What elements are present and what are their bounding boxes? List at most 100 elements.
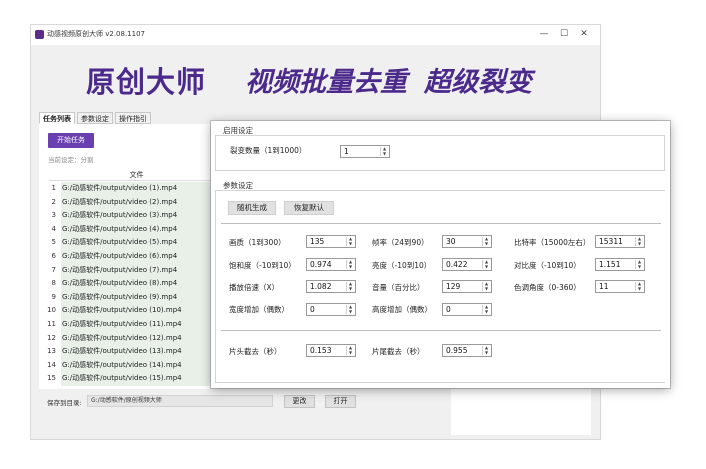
height-add-value: 0 (446, 305, 451, 314)
file-column-header[interactable]: 文件 (49, 170, 224, 181)
row-number: 15 (47, 374, 56, 383)
file-row[interactable]: 2 G:/动感软件/output/video (2).mp4 (39, 195, 224, 210)
quality-value: 135 (310, 237, 325, 246)
random-generate-button[interactable]: 随机生成 (228, 201, 276, 215)
file-path-cell[interactable]: G:/动感软件/output/video (15).mp4 (61, 372, 224, 386)
file-row[interactable]: 10 G:/动感软件/output/video (10).mp4 (39, 304, 224, 318)
file-row[interactable]: 7 G:/动感软件/output/video (7).mp4 (39, 263, 224, 278)
task-panel: 开始任务 当前设定：分割 文件 1 G:/动感软件/output/video (1… (39, 124, 224, 389)
spin-arrows-icon[interactable]: ▲ ▼ (635, 236, 643, 246)
spin-arrows-icon[interactable]: ▲ ▼ (482, 259, 490, 269)
file-path-cell[interactable]: G:/动感软件/output/video (5).mp4 (61, 236, 224, 250)
row-number: 2 (51, 197, 56, 206)
width-add-value: 0 (310, 305, 315, 314)
row-number: 6 (51, 251, 56, 260)
height-add-spinbox[interactable]: 0 ▲ ▼ (442, 303, 492, 316)
file-path-cell[interactable]: G:/动感软件/output/video (13).mp4 (61, 345, 224, 359)
file-path-cell[interactable]: G:/动感软件/output/video (9).mp4 (61, 290, 224, 305)
saturation-label: 饱和度（-10到10） (229, 261, 296, 270)
start-task-button[interactable]: 开始任务 (48, 133, 94, 148)
brightness-spinbox[interactable]: 0.422 ▲ ▼ (442, 258, 492, 271)
file-path-cell[interactable]: G:/动感软件/output/video (11).mp4 (61, 317, 224, 332)
tab-guide[interactable]: 操作指引 (115, 112, 151, 124)
row-number: 10 (47, 306, 56, 315)
divider-bottom (221, 330, 661, 331)
file-path-cell[interactable]: G:/动感软件/output/video (6).mp4 (61, 249, 224, 264)
hue-spinbox[interactable]: 11 ▲ ▼ (595, 280, 645, 293)
minimize-button[interactable]: — (535, 26, 553, 42)
change-dir-button[interactable]: 更改 (284, 395, 315, 408)
width-add-spinbox[interactable]: 0 ▲ ▼ (306, 303, 356, 316)
spin-arrows-icon[interactable]: ▲ ▼ (482, 236, 490, 246)
spin-arrows-icon[interactable]: ▲ ▼ (635, 259, 643, 269)
quality-spinbox[interactable]: 135 ▲ ▼ (306, 235, 356, 248)
spin-arrows-icon[interactable]: ▲ ▼ (346, 236, 354, 246)
width-add-label: 宽度增加（偶数） (229, 305, 289, 314)
bitrate-spinbox[interactable]: 15311 ▲ ▼ (595, 235, 645, 248)
file-row[interactable]: 6 G:/动感软件/output/video (6).mp4 (39, 249, 224, 264)
file-row[interactable]: 14 G:/动感软件/output/video (14).mp4 (39, 358, 224, 373)
fps-spinbox[interactable]: 30 ▲ ▼ (442, 235, 492, 248)
split-count-label: 裂变数量（1到1000） (230, 146, 307, 155)
fps-value: 30 (446, 237, 456, 246)
speed-value: 1.082 (310, 282, 332, 291)
volume-spinbox[interactable]: 129 ▲ ▼ (442, 280, 492, 293)
volume-value: 129 (446, 282, 461, 291)
row-number: 8 (51, 279, 56, 288)
file-row[interactable]: 12 G:/动感软件/output/video (12).mp4 (39, 331, 224, 346)
file-row[interactable]: 11 G:/动感软件/output/video (11).mp4 (39, 317, 224, 332)
spin-arrows-icon[interactable]: ▲ ▼ (346, 281, 354, 291)
tab-task-list[interactable]: 任务列表 (39, 112, 75, 124)
head-cut-spinbox[interactable]: 0.153 ▲ ▼ (306, 344, 356, 357)
quality-label: 画质（1到300） (229, 238, 286, 247)
tail-cut-spinbox[interactable]: 0.955 ▲ ▼ (442, 344, 492, 357)
brightness-value: 0.422 (446, 260, 468, 269)
spin-arrows-icon[interactable]: ▲ ▼ (346, 304, 354, 314)
file-path-cell[interactable]: G:/动感软件/output/video (10).mp4 (61, 304, 224, 318)
file-row[interactable]: 8 G:/动感软件/output/video (8).mp4 (39, 277, 224, 291)
file-path-cell[interactable]: G:/动感软件/output/video (7).mp4 (61, 263, 224, 278)
maximize-button[interactable]: ☐ (555, 26, 573, 42)
file-row[interactable]: 9 G:/动感软件/output/video (9).mp4 (39, 290, 224, 305)
hue-label: 色调角度（0-360） (514, 283, 581, 292)
file-path-cell[interactable]: G:/动感软件/output/video (3).mp4 (61, 209, 224, 223)
open-dir-button[interactable]: 打开 (325, 395, 356, 408)
hue-value: 11 (599, 282, 609, 291)
file-path-cell[interactable]: G:/动感软件/output/video (4).mp4 (61, 222, 224, 237)
save-dir-input[interactable]: G:/动感软件/原创视频大师 (87, 395, 273, 407)
speed-spinbox[interactable]: 1.082 ▲ ▼ (306, 280, 356, 293)
file-row[interactable]: 3 G:/动感软件/output/video (3).mp4 (39, 209, 224, 223)
spin-arrows-icon[interactable]: ▲ ▼ (380, 146, 388, 156)
row-number: 4 (51, 224, 56, 233)
app-logo-icon (35, 30, 44, 39)
enable-section-group: 裂变数量（1到1000） 1 ▲ ▼ (215, 135, 665, 171)
tail-cut-value: 0.955 (446, 346, 468, 355)
tab-parameters[interactable]: 参数设定 (77, 112, 113, 124)
spin-arrows-icon[interactable]: ▲ ▼ (482, 304, 490, 314)
split-count-spinbox[interactable]: 1 ▲ ▼ (340, 145, 390, 158)
contrast-value: 1.151 (599, 260, 621, 269)
row-number: 9 (51, 292, 56, 301)
file-path-cell[interactable]: G:/动感软件/output/video (8).mp4 (61, 277, 224, 291)
file-path-cell[interactable]: G:/动感软件/output/video (14).mp4 (61, 358, 224, 373)
file-row[interactable]: 1 G:/动感软件/output/video (1).mp4 (39, 182, 224, 196)
file-row[interactable]: 13 G:/动感软件/output/video (13).mp4 (39, 345, 224, 359)
file-row[interactable]: 15 G:/动感软件/output/video (15).mp4 (39, 372, 224, 386)
file-path-cell[interactable]: G:/动感软件/output/video (1).mp4 (61, 182, 224, 196)
file-path-cell[interactable]: G:/动感软件/output/video (12).mp4 (61, 331, 224, 346)
saturation-spinbox[interactable]: 0.974 ▲ ▼ (306, 258, 356, 271)
spin-arrows-icon[interactable]: ▲ ▼ (346, 345, 354, 355)
spin-arrows-icon[interactable]: ▲ ▼ (482, 345, 490, 355)
contrast-spinbox[interactable]: 1.151 ▲ ▼ (595, 258, 645, 271)
file-path-cell[interactable]: G:/动感软件/output/video (2).mp4 (61, 195, 224, 210)
close-button[interactable]: ✕ (575, 26, 593, 42)
settings-dialog: 启用设定 裂变数量（1到1000） 1 ▲ ▼ 参数设定 随机生成 恢复默认 画质… (211, 121, 670, 388)
file-row[interactable]: 5 G:/动感软件/output/video (5).mp4 (39, 236, 224, 250)
spin-arrows-icon[interactable]: ▲ ▼ (482, 281, 490, 291)
reset-default-button[interactable]: 恢复默认 (284, 201, 334, 215)
title-bar: 动感视频原创大师 v2.08.1107 — ☐ ✕ (31, 25, 600, 45)
spin-arrows-icon[interactable]: ▲ ▼ (346, 259, 354, 269)
window-title: 动感视频原创大师 v2.08.1107 (47, 30, 145, 38)
file-row[interactable]: 4 G:/动感软件/output/video (4).mp4 (39, 222, 224, 237)
spin-arrows-icon[interactable]: ▲ ▼ (635, 281, 643, 291)
